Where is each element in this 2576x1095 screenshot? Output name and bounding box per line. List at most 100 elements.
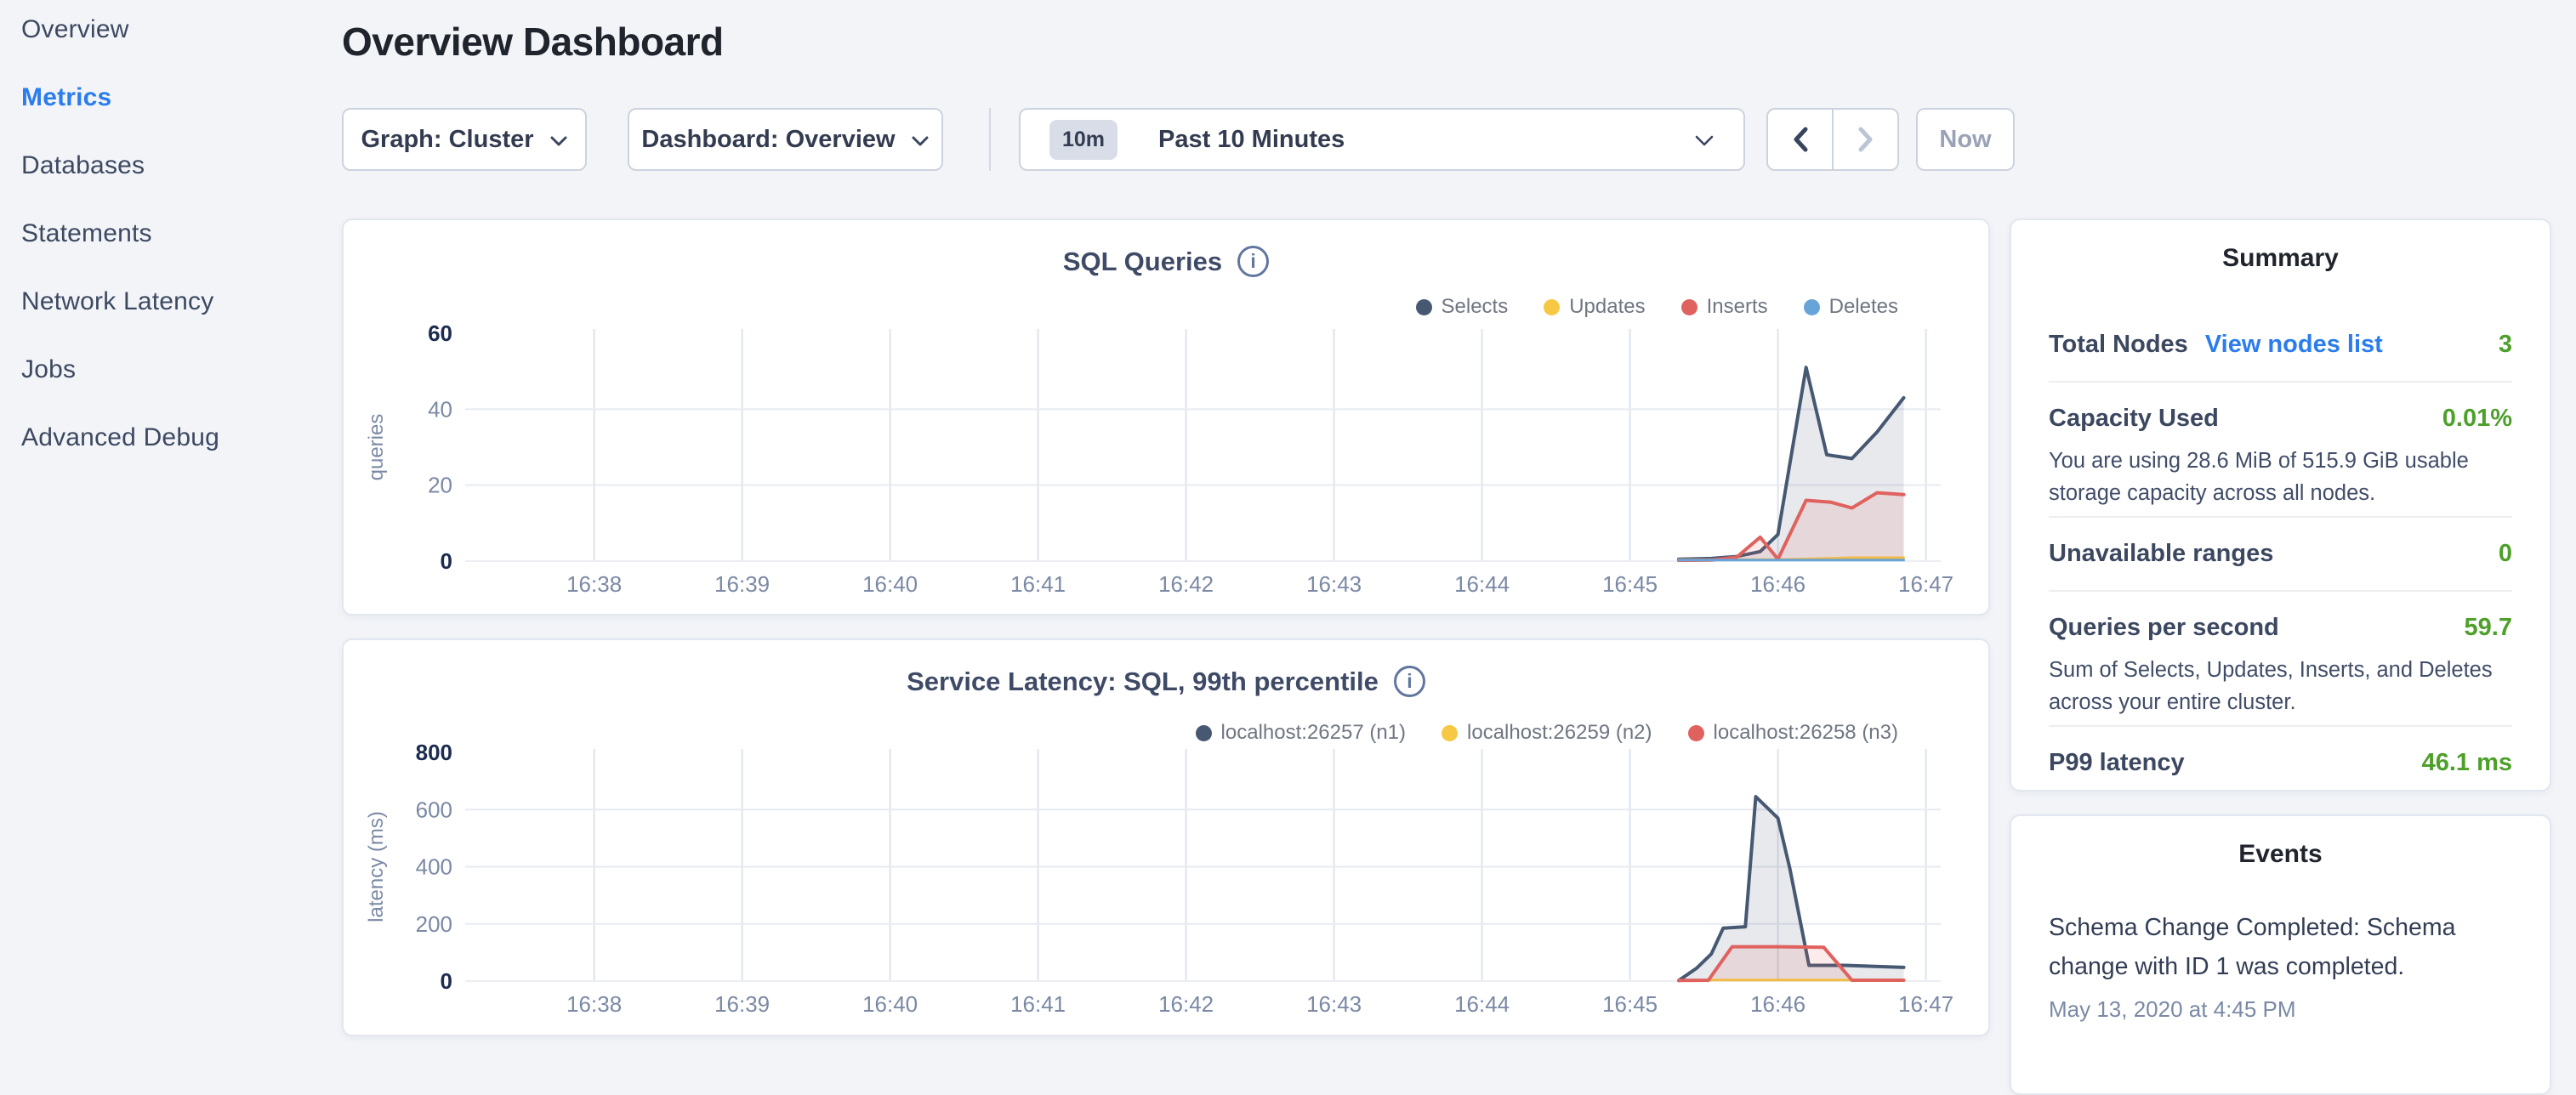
summary-row-line: Unavailable ranges 0	[2049, 540, 2512, 568]
svg-text:16:39: 16:39	[714, 991, 770, 1017]
sidebar-item-network-latency[interactable]: Network Latency	[0, 268, 323, 336]
chart-canvas[interactable]: 020040060080016:3816:3916:4016:4116:4216…	[344, 640, 1992, 1038]
svg-text:16:44: 16:44	[1454, 571, 1510, 597]
svg-text:0: 0	[441, 548, 452, 574]
summary-title: Summary	[2049, 244, 2512, 278]
legend-item[interactable]: localhost:26258 (n3)	[1688, 721, 1898, 745]
summary-row-label: Unavailable ranges	[2049, 540, 2273, 568]
svg-text:600: 600	[416, 797, 452, 822]
event-timestamp: May 13, 2020 at 4:45 PM	[2049, 996, 2512, 1023]
sidebar-item-advanced-debug[interactable]: Advanced Debug	[0, 404, 323, 472]
chart-title: Service Latency: SQL, 99th percentilei	[344, 666, 1988, 697]
service-latency-chart-card: 020040060080016:3816:3916:4016:4116:4216…	[342, 638, 1990, 1036]
svg-text:16:40: 16:40	[862, 571, 918, 597]
view-nodes-link[interactable]: View nodes list	[2205, 331, 2383, 359]
svg-text:16:38: 16:38	[566, 991, 622, 1017]
summary-row-description: Sum of Selects, Updates, Inserts, and De…	[2049, 654, 2512, 718]
time-range-label: Past 10 Minutes	[1158, 126, 1345, 154]
sidebar-item-jobs[interactable]: Jobs	[0, 336, 323, 404]
summary-row-value: 0	[2499, 540, 2512, 568]
event-text: Schema Change Completed: Schema change w…	[2049, 908, 2512, 986]
dashboard-dropdown[interactable]: Dashboard: Overview	[628, 108, 943, 171]
summary-row-label: Queries per second	[2049, 614, 2279, 642]
summary-row-value: 46.1 ms	[2422, 749, 2512, 777]
chart-canvas[interactable]: 020406016:3816:3916:4016:4116:4216:4316:…	[344, 220, 1992, 617]
summary-row-line: Capacity Used0.01%	[2049, 405, 2512, 433]
legend-item[interactable]: localhost:26259 (n2)	[1442, 721, 1652, 745]
svg-text:16:45: 16:45	[1602, 571, 1658, 597]
summary-row: Total Nodes View nodes list 3	[2049, 309, 2512, 381]
info-icon[interactable]: i	[1394, 666, 1425, 697]
svg-text:800: 800	[416, 740, 452, 765]
graph-dropdown[interactable]: Graph: Cluster	[342, 108, 587, 171]
events-title: Events	[2049, 840, 2512, 874]
events-list: Schema Change Completed: Schema change w…	[2049, 908, 2512, 1023]
chevron-right-icon	[1857, 126, 1874, 153]
now-button[interactable]: Now	[1916, 108, 2015, 171]
summary-row-label: Total Nodes	[2049, 331, 2188, 359]
summary-rows: Total Nodes View nodes list 3 Capacity Used…	[2049, 309, 2512, 791]
legend-item[interactable]: Updates	[1544, 295, 1645, 319]
summary-panel: Summary Total Nodes View nodes list 3 Capac…	[2010, 218, 2551, 791]
svg-text:60: 60	[428, 321, 452, 346]
legend-item[interactable]: Inserts	[1681, 295, 1768, 319]
sidebar-item-databases[interactable]: Databases	[0, 132, 323, 200]
summary-row-value: 59.7	[2465, 614, 2512, 642]
chevron-down-icon	[549, 126, 568, 154]
previous-timespan-button[interactable]	[1768, 110, 1834, 169]
svg-text:16:42: 16:42	[1158, 991, 1214, 1017]
legend-label: localhost:26257 (n1)	[1221, 721, 1406, 745]
svg-text:0: 0	[441, 968, 452, 994]
time-step-buttons	[1766, 108, 1899, 171]
controls-divider	[989, 108, 991, 171]
svg-text:16:39: 16:39	[714, 571, 770, 597]
chart-title-text: SQL Queries	[1063, 247, 1222, 277]
sql-queries-chart-card: 020406016:3816:3916:4016:4116:4216:4316:…	[342, 218, 1990, 616]
chevron-down-icon	[1694, 126, 1714, 154]
summary-row: Capacity Used0.01% You are using 28.6 MiB…	[2049, 381, 2512, 516]
legend-item[interactable]: localhost:26257 (n1)	[1196, 721, 1406, 745]
legend-label: Deletes	[1829, 295, 1898, 319]
page-title: Overview Dashboard	[342, 19, 724, 65]
svg-text:queries: queries	[365, 414, 388, 481]
legend-label: localhost:26258 (n3)	[1714, 721, 1898, 745]
chart-title: SQL Queries i	[344, 246, 1988, 277]
chart-legend: Selects Updates Inserts Deletes	[1416, 295, 1899, 319]
legend-item[interactable]: Selects	[1416, 295, 1509, 319]
svg-text:400: 400	[416, 854, 452, 880]
overview-dashboard-page: { "sidebar": { "items": [ {"label": "Ove…	[0, 0, 2576, 1051]
legend-label: Updates	[1569, 295, 1645, 319]
next-timespan-button[interactable]	[1834, 110, 1897, 169]
svg-text:16:41: 16:41	[1010, 571, 1066, 597]
svg-text:latency (ms): latency (ms)	[365, 811, 388, 922]
legend-dot-icon	[1196, 725, 1212, 741]
legend-dot-icon	[1544, 299, 1560, 315]
legend-dot-icon	[1442, 725, 1458, 741]
legend-item[interactable]: Deletes	[1804, 295, 1898, 319]
legend-dot-icon	[1681, 299, 1697, 315]
svg-text:20: 20	[428, 473, 452, 498]
info-icon[interactable]: i	[1237, 246, 1269, 277]
svg-text:16:45: 16:45	[1602, 991, 1658, 1017]
sidebar-item-overview[interactable]: Overview	[0, 0, 323, 64]
summary-row-value: 0.01%	[2442, 405, 2512, 433]
legend-dot-icon	[1688, 725, 1704, 741]
summary-row: P99 latency 46.1 ms	[2049, 725, 2512, 791]
summary-row-line: Total Nodes View nodes list 3	[2049, 331, 2512, 359]
sidebar-item-metrics[interactable]: Metrics	[0, 64, 323, 132]
summary-row-line: P99 latency 46.1 ms	[2049, 749, 2512, 777]
events-panel: Events Schema Change Completed: Schema c…	[2010, 814, 2551, 1095]
summary-row-description: You are using 28.6 MiB of 515.9 GiB usab…	[2049, 445, 2512, 509]
sidebar-item-statements[interactable]: Statements	[0, 200, 323, 268]
svg-text:16:41: 16:41	[1010, 991, 1066, 1017]
svg-text:16:42: 16:42	[1158, 571, 1214, 597]
event-item[interactable]: Schema Change Completed: Schema change w…	[2049, 908, 2512, 1023]
summary-row-label: P99 latency	[2049, 749, 2185, 777]
summary-row-value: 3	[2499, 331, 2512, 359]
svg-text:16:47: 16:47	[1898, 571, 1953, 597]
time-range-dropdown[interactable]: 10m Past 10 Minutes	[1019, 108, 1745, 171]
legend-label: localhost:26259 (n2)	[1467, 721, 1652, 745]
svg-text:16:46: 16:46	[1750, 991, 1805, 1017]
svg-text:16:40: 16:40	[862, 991, 918, 1017]
svg-text:16:38: 16:38	[566, 571, 622, 597]
